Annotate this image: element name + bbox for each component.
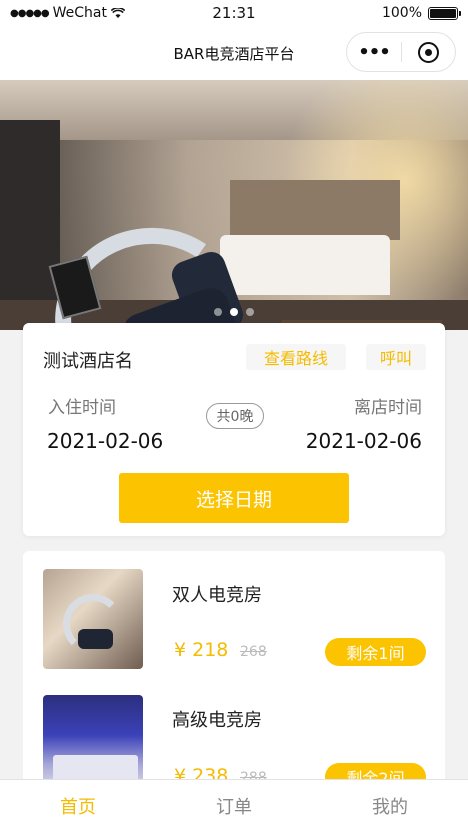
status-right: 100% (381, 5, 461, 21)
carrier-label: WeChat (52, 5, 107, 21)
view-route-button[interactable]: 查看路线 (246, 344, 346, 370)
tab-mine[interactable]: 我的 (312, 780, 468, 831)
mini-program-capsule: ••• (346, 32, 456, 72)
remaining-rooms-button[interactable]: 剩余1间 (325, 638, 426, 666)
room-price: ¥ 218 (174, 639, 229, 661)
close-button[interactable] (402, 41, 455, 63)
room-original-price: 268 (240, 644, 267, 660)
room-thumbnail (43, 569, 143, 669)
status-left: ●●●●● WeChat (10, 5, 125, 21)
tab-home[interactable]: 首页 (0, 780, 156, 831)
tab-bar: 首页 订单 我的 (0, 779, 468, 831)
hotel-info-card: 测试酒店名 查看路线 呼叫 入住时间 离店时间 共0晚 2021-02-06 2… (23, 323, 445, 536)
room-name: 双人电竞房 (172, 585, 262, 606)
room-list: 双人电竞房 ¥ 218 268 剩余1间 高级电竞房 ¥ 238 288 剩余2… (23, 551, 445, 791)
banner-headboard (230, 180, 400, 240)
room-name: 高级电竞房 (172, 710, 262, 731)
tab-orders[interactable]: 订单 (156, 780, 312, 831)
checkin-label: 入住时间 (48, 398, 116, 418)
nights-badge: 共0晚 (206, 403, 264, 429)
hotel-name: 测试酒店名 (43, 351, 133, 372)
thumb-gaming-chair-seat (78, 629, 113, 649)
banner-dot-active[interactable] (230, 308, 238, 316)
call-button[interactable]: 呼叫 (366, 344, 426, 370)
close-target-icon (418, 41, 439, 63)
banner-dot[interactable] (214, 308, 222, 316)
banner-dot[interactable] (246, 308, 254, 316)
checkin-date[interactable]: 2021-02-06 (47, 429, 163, 453)
banner-indicator (0, 308, 468, 316)
battery-percent: 100% (381, 5, 422, 21)
battery-icon (428, 6, 461, 20)
room-item[interactable]: 高级电竞房 ¥ 238 288 剩余2间 (23, 677, 445, 791)
nav-bar: BAR电竞酒店平台 ••• (0, 26, 468, 80)
checkout-date[interactable]: 2021-02-06 (306, 429, 422, 453)
signal-icon: ●●●●● (10, 7, 50, 19)
banner-left-wall (0, 120, 60, 330)
more-button[interactable]: ••• (347, 42, 401, 63)
wifi-icon (111, 7, 125, 18)
room-item[interactable]: 双人电竞房 ¥ 218 268 剩余1间 (23, 551, 445, 669)
status-bar: ●●●●● WeChat 21:31 100% (0, 0, 468, 26)
hotel-banner[interactable] (0, 80, 468, 330)
banner-bed (220, 235, 390, 295)
checkout-label: 离店时间 (354, 398, 422, 418)
select-date-button[interactable]: 选择日期 (119, 473, 349, 523)
room-thumbnail (43, 695, 143, 791)
